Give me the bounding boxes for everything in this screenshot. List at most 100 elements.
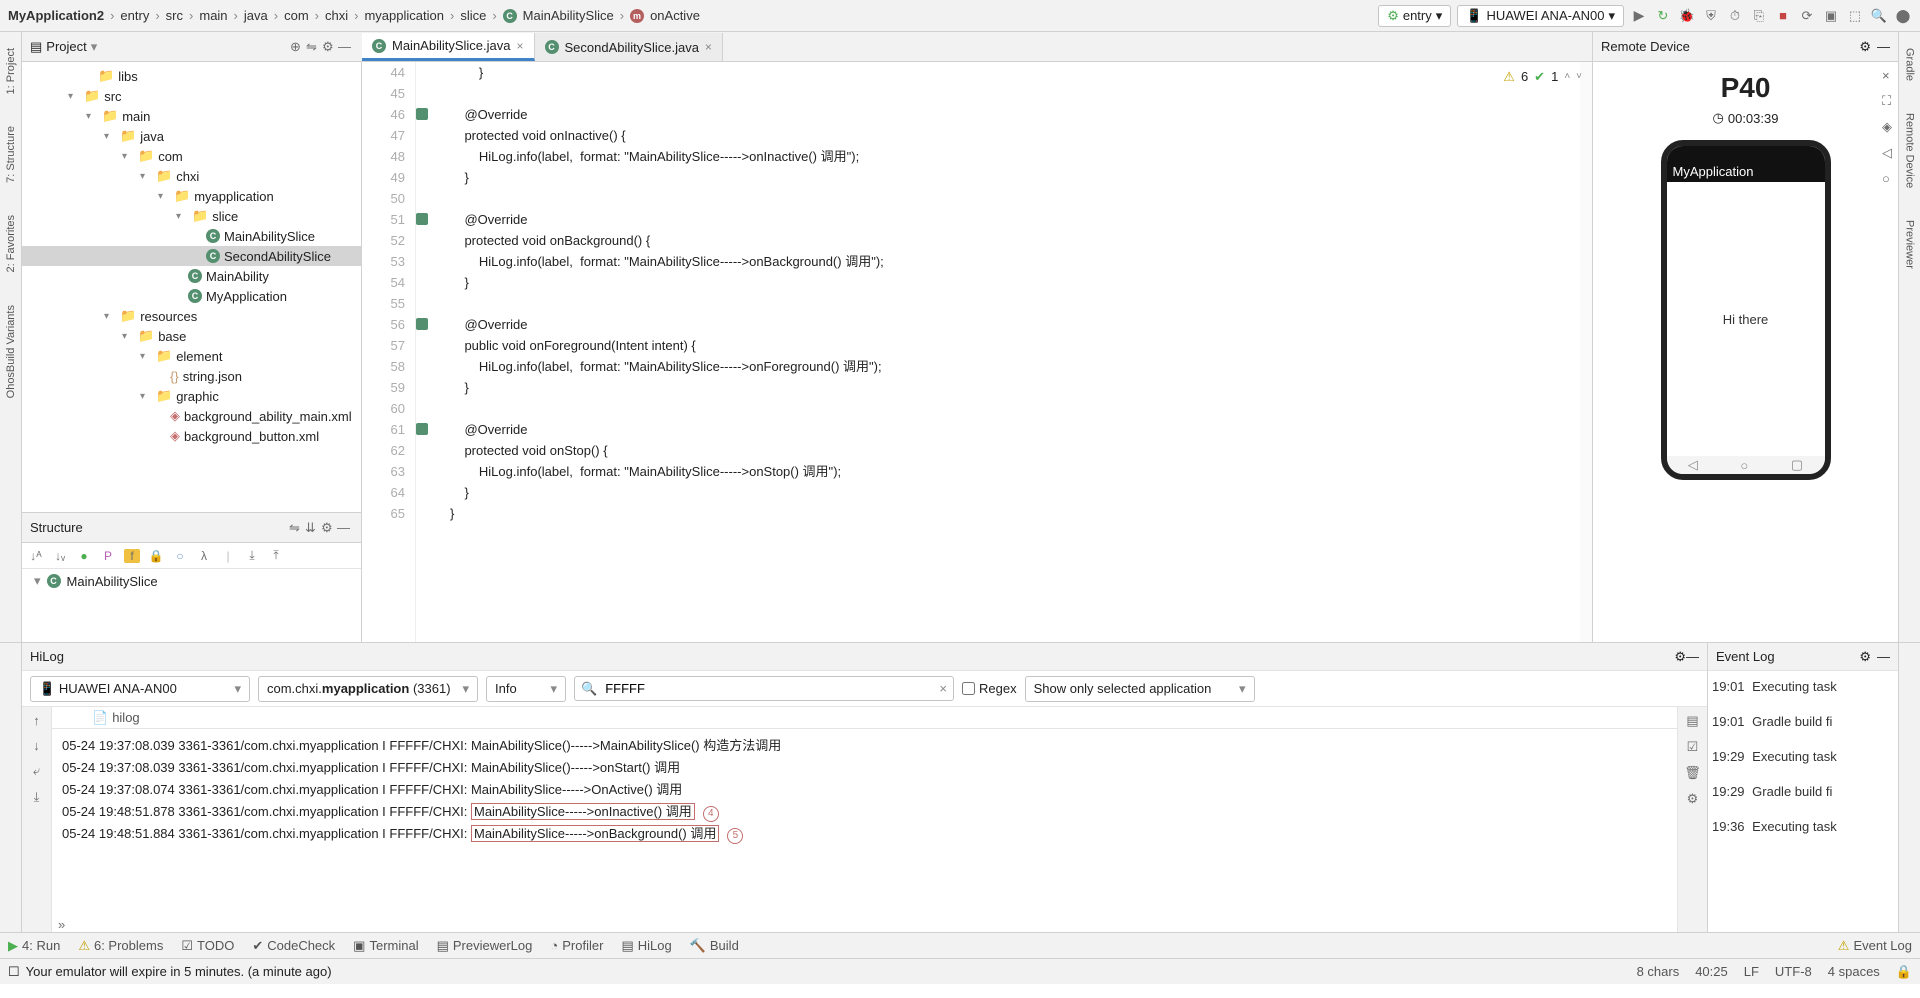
- debug-icon[interactable]: 🐞: [1678, 8, 1696, 24]
- avd-icon[interactable]: ▣: [1822, 8, 1840, 24]
- device-dropdown[interactable]: 📱 HUAWEI ANA-AN00 ▾: [1457, 5, 1624, 27]
- hilog-search[interactable]: 🔍 ×: [574, 676, 954, 701]
- breadcrumb-item[interactable]: entry: [120, 8, 149, 23]
- breadcrumb-item[interactable]: java: [244, 8, 268, 23]
- anon-icon[interactable]: ○: [172, 549, 188, 563]
- code-area[interactable]: } @Override protected void onInactive() …: [434, 62, 1580, 642]
- tool-tab-profiler[interactable]: ◔Profiler: [550, 938, 603, 953]
- tree-folder-resources[interactable]: ▾📁resources: [22, 306, 362, 326]
- tree-folder-slice[interactable]: ▾📁slice: [22, 206, 362, 226]
- tab-favorites[interactable]: 2: Favorites: [5, 209, 17, 278]
- tab-build-variants[interactable]: OhosBuild Variants: [5, 299, 17, 404]
- tab-structure[interactable]: 7: Structure: [5, 120, 17, 189]
- minimap[interactable]: [1580, 62, 1592, 642]
- hide-icon[interactable]: —: [1877, 649, 1890, 664]
- tree-folder-myapplication[interactable]: ▾📁myapplication: [22, 186, 362, 206]
- tool-tab-eventlog[interactable]: ⚠Event Log: [1838, 938, 1912, 954]
- attach-icon[interactable]: ⎘: [1750, 8, 1768, 24]
- phone-navbar[interactable]: ◁○▢: [1667, 456, 1825, 474]
- editor-content[interactable]: 4445464748495051525354555657585960616263…: [362, 62, 1592, 642]
- gear-icon[interactable]: ⚙: [1859, 649, 1871, 665]
- run-config-dropdown[interactable]: ⚙entry ▾: [1378, 5, 1451, 27]
- tree-folder-com[interactable]: ▾📁com: [22, 146, 362, 166]
- tool-tab-run[interactable]: ▶4: Run: [8, 938, 60, 954]
- hide-icon[interactable]: —: [338, 39, 354, 54]
- tool-tab-codecheck[interactable]: ✔CodeCheck: [252, 938, 335, 954]
- editor-tab-second[interactable]: CSecondAbilitySlice.java×: [535, 33, 723, 61]
- tree-folder-src[interactable]: ▾📁src: [22, 86, 362, 106]
- tree-folder-graphic[interactable]: ▾📁graphic: [22, 386, 362, 406]
- tree-folder-libs[interactable]: 📁libs: [22, 66, 362, 86]
- breadcrumb-item[interactable]: com: [284, 8, 309, 23]
- tree-file-string-json[interactable]: {}string.json: [22, 366, 362, 386]
- tree-folder-chxi[interactable]: ▾📁chxi: [22, 166, 362, 186]
- stop-icon[interactable]: ■: [1774, 8, 1792, 23]
- hilog-more-icon[interactable]: »: [52, 916, 1677, 932]
- hilog-log[interactable]: 05-24 19:37:08.039 3361-3361/com.chxi.my…: [52, 729, 1677, 916]
- trash-icon[interactable]: 🗑: [1684, 765, 1701, 781]
- project-tree[interactable]: 📁libs ▾📁src ▾📁main ▾📁java ▾📁com ▾📁chxi ▾…: [22, 62, 362, 512]
- settings-icon[interactable]: ⚙: [1687, 791, 1699, 807]
- gear-icon[interactable]: ⚙: [321, 520, 337, 536]
- breadcrumb-item[interactable]: myapplication: [364, 8, 444, 23]
- home-icon[interactable]: ○: [1882, 171, 1892, 186]
- warn-icon[interactable]: ⚠: [1503, 66, 1515, 87]
- breadcrumb-root[interactable]: MyApplication2: [8, 8, 104, 23]
- tool-tab-todo[interactable]: ☑TODO: [181, 938, 234, 954]
- phone-frame[interactable]: MyApplication Hi there ◁○▢: [1661, 140, 1831, 480]
- tab-gradle[interactable]: Gradle: [1904, 42, 1916, 87]
- hilog-device-combo[interactable]: 📱 HUAWEI ANA-AN00 ▾: [30, 676, 250, 702]
- tree-file-bg-button[interactable]: ◈background_button.xml: [22, 426, 362, 446]
- filter-icon[interactable]: ▤: [1686, 713, 1698, 729]
- hilog-show-combo[interactable]: Show only selected application ▾: [1025, 676, 1255, 702]
- eventlog-entries[interactable]: 19:01 Executing task19:01 Gradle build f…: [1708, 671, 1898, 932]
- clear-icon[interactable]: ×: [939, 681, 947, 696]
- check-icon[interactable]: ☑: [1687, 739, 1699, 755]
- tree-class-myapplication[interactable]: CMyApplication: [22, 286, 362, 306]
- tree-folder-main[interactable]: ▾📁main: [22, 106, 362, 126]
- up-icon[interactable]: ↑: [33, 713, 40, 728]
- scroll-end-icon[interactable]: ⤓: [34, 789, 40, 805]
- hilog-package-combo[interactable]: com.chxi.myapplication (3361) ▾: [258, 676, 478, 702]
- profile-icon[interactable]: ⏱: [1726, 8, 1744, 24]
- tree-class-main-slice[interactable]: CMainAbilitySlice: [22, 226, 362, 246]
- search-icon[interactable]: 🔍: [1870, 8, 1888, 24]
- status-line-ending[interactable]: LF: [1744, 964, 1759, 980]
- wrap-icon[interactable]: ⤶: [33, 763, 40, 779]
- tab-remote-device[interactable]: Remote Device: [1904, 107, 1916, 194]
- breadcrumb-class[interactable]: MainAbilitySlice: [523, 8, 614, 23]
- tree-folder-java[interactable]: ▾📁java: [22, 126, 362, 146]
- expand-icon[interactable]: ⇋: [289, 520, 305, 536]
- autoscroll-icon[interactable]: ⤓: [244, 548, 260, 563]
- hide-icon[interactable]: —: [1686, 649, 1699, 664]
- tool-tab-terminal[interactable]: ▣Terminal: [353, 938, 418, 954]
- tab-project[interactable]: 1: Project: [5, 42, 17, 100]
- hilog-search-input[interactable]: [601, 677, 935, 700]
- breadcrumb-item[interactable]: src: [166, 8, 183, 23]
- phone-screen[interactable]: Hi there: [1667, 182, 1825, 456]
- sort-alpha-icon[interactable]: ↓ᴬ: [28, 549, 44, 563]
- close-icon[interactable]: ×: [1882, 68, 1892, 83]
- status-encoding[interactable]: UTF-8: [1775, 964, 1812, 980]
- sort-vis-icon[interactable]: ↓ᵥ: [52, 549, 68, 563]
- status-indent[interactable]: 4 spaces: [1828, 964, 1880, 980]
- collapse-icon[interactable]: ⇋: [306, 39, 322, 55]
- coverage-icon[interactable]: ⛨: [1702, 8, 1720, 24]
- next-icon[interactable]: ˅: [1576, 66, 1582, 87]
- structure-root[interactable]: ▾C MainAbilitySlice: [22, 569, 361, 593]
- prev-icon[interactable]: ˄: [1564, 66, 1570, 87]
- tool-tab-build[interactable]: 🔨Build: [690, 938, 739, 954]
- status-pos[interactable]: 40:25: [1695, 964, 1728, 980]
- tree-class-main-ability[interactable]: CMainAbility: [22, 266, 362, 286]
- rerun-icon[interactable]: ↻: [1654, 8, 1672, 24]
- breadcrumb-method[interactable]: onActive: [650, 8, 700, 23]
- editor-tab-main[interactable]: CMainAbilitySlice.java×: [362, 33, 535, 61]
- sdk-icon[interactable]: ⬚: [1846, 8, 1864, 24]
- gear-icon[interactable]: ⚙: [322, 39, 338, 55]
- breadcrumb-item[interactable]: slice: [460, 8, 486, 23]
- run-icon[interactable]: ▶: [1630, 7, 1648, 24]
- hilog-regex-checkbox[interactable]: Regex: [962, 681, 1017, 696]
- locate-icon[interactable]: ⊕: [290, 39, 306, 55]
- tool-tab-hilog[interactable]: ▤HiLog: [621, 938, 671, 954]
- autoscroll-from-icon[interactable]: ⤒: [268, 548, 284, 563]
